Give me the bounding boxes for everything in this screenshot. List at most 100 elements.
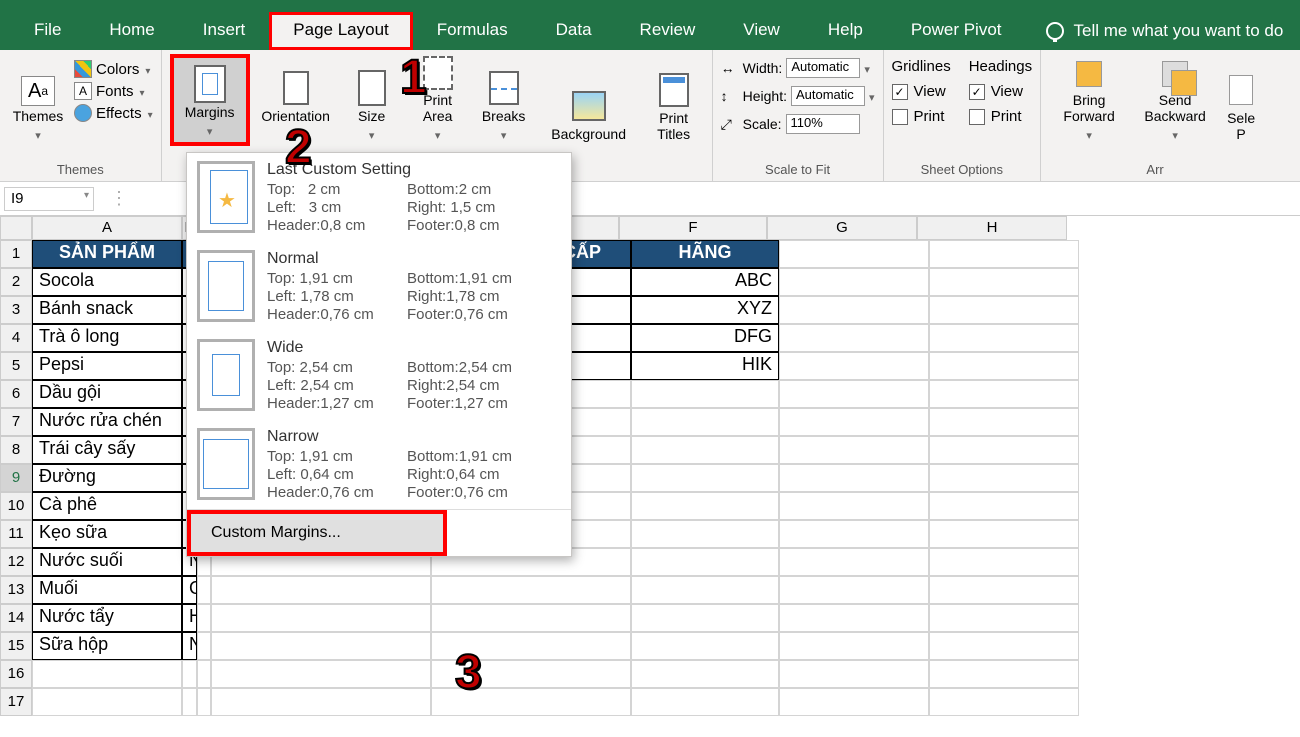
cell[interactable] — [211, 632, 431, 660]
cell[interactable]: Nước suối — [32, 548, 182, 576]
cell[interactable]: DFG — [631, 324, 779, 352]
print-titles-button[interactable]: Print Titles — [644, 54, 704, 146]
cell[interactable]: ABC — [631, 268, 779, 296]
cell[interactable] — [779, 296, 929, 324]
tab-page-layout[interactable]: Page Layout — [269, 12, 412, 50]
cell[interactable]: N — [182, 632, 197, 660]
row-header[interactable]: 2 — [0, 268, 32, 296]
row-header[interactable]: 14 — [0, 604, 32, 632]
row-header[interactable]: 10 — [0, 492, 32, 520]
cell[interactable] — [211, 604, 431, 632]
cell[interactable] — [779, 632, 929, 660]
cell[interactable] — [182, 660, 197, 688]
cell[interactable] — [211, 660, 431, 688]
cell[interactable] — [631, 464, 779, 492]
cell[interactable]: Cà phê — [32, 492, 182, 520]
cell[interactable]: Socola — [32, 268, 182, 296]
margins-last-custom[interactable]: ★ Last Custom Setting Top: 2 cm Bottom:2… — [187, 153, 571, 242]
cell[interactable] — [929, 464, 1079, 492]
cell[interactable] — [779, 352, 929, 380]
bring-forward-button[interactable]: Bring Forward — [1049, 54, 1129, 146]
cell[interactable] — [431, 604, 631, 632]
row-header[interactable]: 8 — [0, 436, 32, 464]
cell[interactable] — [929, 548, 1079, 576]
select-all-corner[interactable] — [0, 216, 32, 240]
cell[interactable] — [431, 576, 631, 604]
row-header[interactable]: 16 — [0, 660, 32, 688]
row-header[interactable]: 11 — [0, 520, 32, 548]
cell[interactable] — [631, 660, 779, 688]
margins-narrow[interactable]: Narrow Top: 1,91 cm Bottom:1,91 cm Left:… — [187, 420, 571, 509]
cell[interactable] — [197, 688, 211, 716]
col-header-H[interactable]: H — [917, 216, 1067, 240]
margins-button[interactable]: Margins — [170, 54, 250, 146]
effects-button[interactable]: Effects — [74, 104, 153, 122]
breaks-button[interactable]: Breaks — [474, 54, 534, 146]
margins-wide[interactable]: Wide Top: 2,54 cm Bottom:2,54 cm Left: 2… — [187, 331, 571, 420]
row-header[interactable]: 4 — [0, 324, 32, 352]
cell[interactable] — [631, 380, 779, 408]
headings-view-checkbox[interactable] — [969, 84, 985, 100]
cell[interactable] — [631, 520, 779, 548]
row-header[interactable]: 13 — [0, 576, 32, 604]
row-header[interactable]: 3 — [0, 296, 32, 324]
cell[interactable] — [779, 380, 929, 408]
row-header[interactable]: 5 — [0, 352, 32, 380]
cell[interactable] — [779, 548, 929, 576]
headings-print-checkbox[interactable] — [969, 109, 985, 125]
colors-button[interactable]: Colors — [74, 60, 153, 78]
cell[interactable]: Bánh snack — [32, 296, 182, 324]
row-header[interactable]: 17 — [0, 688, 32, 716]
cell[interactable] — [929, 380, 1079, 408]
cell[interactable] — [779, 604, 929, 632]
cell[interactable] — [929, 576, 1079, 604]
cell[interactable] — [929, 408, 1079, 436]
cell[interactable] — [32, 660, 182, 688]
cell[interactable]: Nước rửa chén — [32, 408, 182, 436]
cell[interactable]: G — [182, 576, 197, 604]
custom-margins-button[interactable]: Custom Margins... — [187, 510, 447, 556]
tell-me[interactable]: Tell me what you want to do — [1026, 12, 1284, 50]
cell[interactable]: HÃNG — [631, 240, 779, 268]
cell[interactable] — [631, 576, 779, 604]
cell[interactable] — [779, 520, 929, 548]
tab-review[interactable]: Review — [616, 12, 720, 50]
cell[interactable] — [631, 548, 779, 576]
col-header-F[interactable]: F — [619, 216, 767, 240]
cell[interactable] — [929, 352, 1079, 380]
height-combo[interactable]: Automatic — [791, 86, 865, 106]
row-header[interactable]: 1 — [0, 240, 32, 268]
cell[interactable] — [929, 240, 1079, 268]
cell[interactable]: Đường — [32, 464, 182, 492]
cell[interactable] — [929, 632, 1079, 660]
cell[interactable] — [929, 688, 1079, 716]
cell[interactable]: Trà ô long — [32, 324, 182, 352]
cell[interactable] — [929, 324, 1079, 352]
tab-file[interactable]: File — [10, 12, 85, 50]
cell[interactable]: Nước tẩy — [32, 604, 182, 632]
cell[interactable] — [631, 632, 779, 660]
tab-view[interactable]: View — [719, 12, 804, 50]
send-backward-button[interactable]: Send Backward — [1135, 54, 1215, 146]
cell[interactable]: Pepsi — [32, 352, 182, 380]
cell[interactable] — [631, 604, 779, 632]
cell[interactable] — [197, 660, 211, 688]
row-header[interactable]: 7 — [0, 408, 32, 436]
tab-power-pivot[interactable]: Power Pivot — [887, 12, 1026, 50]
tab-help[interactable]: Help — [804, 12, 887, 50]
cell[interactable]: XYZ — [631, 296, 779, 324]
cell[interactable] — [631, 436, 779, 464]
cell[interactable] — [779, 688, 929, 716]
cell[interactable]: Trái cây sấy — [32, 436, 182, 464]
cell[interactable] — [779, 576, 929, 604]
cell[interactable] — [779, 464, 929, 492]
cell[interactable] — [32, 688, 182, 716]
cell[interactable] — [631, 492, 779, 520]
cell[interactable] — [197, 604, 211, 632]
cell[interactable] — [929, 660, 1079, 688]
cell[interactable] — [929, 604, 1079, 632]
cell[interactable] — [211, 688, 431, 716]
cell[interactable] — [779, 268, 929, 296]
row-header[interactable]: 6 — [0, 380, 32, 408]
cell[interactable] — [929, 436, 1079, 464]
